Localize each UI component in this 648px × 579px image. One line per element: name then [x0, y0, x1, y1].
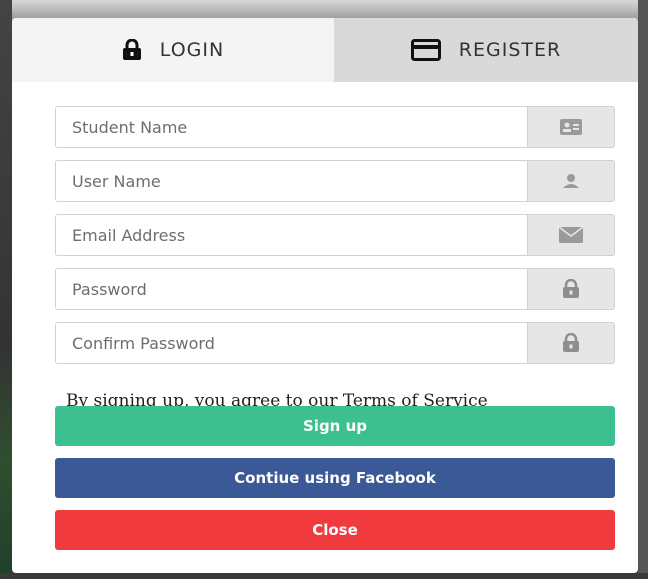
auth-tabs: LOGIN REGISTER: [12, 18, 638, 82]
tab-register-label: REGISTER: [458, 39, 562, 61]
page-backdrop-bottom: [0, 573, 648, 579]
auth-modal: LOGIN REGISTER Student Name User Name Em…: [12, 18, 638, 573]
facebook-login-button[interactable]: Contiue using Facebook: [55, 458, 615, 498]
tab-register[interactable]: REGISTER: [334, 18, 638, 82]
tab-login-label: LOGIN: [159, 39, 225, 61]
tab-login[interactable]: LOGIN: [12, 18, 334, 82]
page-backdrop-top: [0, 0, 648, 20]
signup-button[interactable]: Sign up: [55, 406, 615, 446]
lock-icon: [122, 39, 142, 61]
id-card-icon: [527, 107, 614, 147]
user-icon: [527, 161, 614, 201]
close-button[interactable]: Close: [55, 510, 615, 550]
student-name-input[interactable]: [56, 107, 527, 147]
lock-icon: [527, 269, 614, 309]
confirm-password-input[interactable]: [56, 323, 527, 363]
page-backdrop-right: [638, 0, 648, 579]
email-field-group: [55, 214, 615, 256]
password-input[interactable]: [56, 269, 527, 309]
password-field-group: [55, 268, 615, 310]
username-input[interactable]: [56, 161, 527, 201]
register-form: [55, 106, 615, 376]
page-backdrop-left: [0, 0, 12, 579]
envelope-icon: [527, 215, 614, 255]
credit-card-icon: [410, 39, 441, 61]
username-field-group: [55, 160, 615, 202]
email-input[interactable]: [56, 215, 527, 255]
confirm-password-field-group: [55, 322, 615, 364]
lock-icon: [527, 323, 614, 363]
student-name-field-group: [55, 106, 615, 148]
